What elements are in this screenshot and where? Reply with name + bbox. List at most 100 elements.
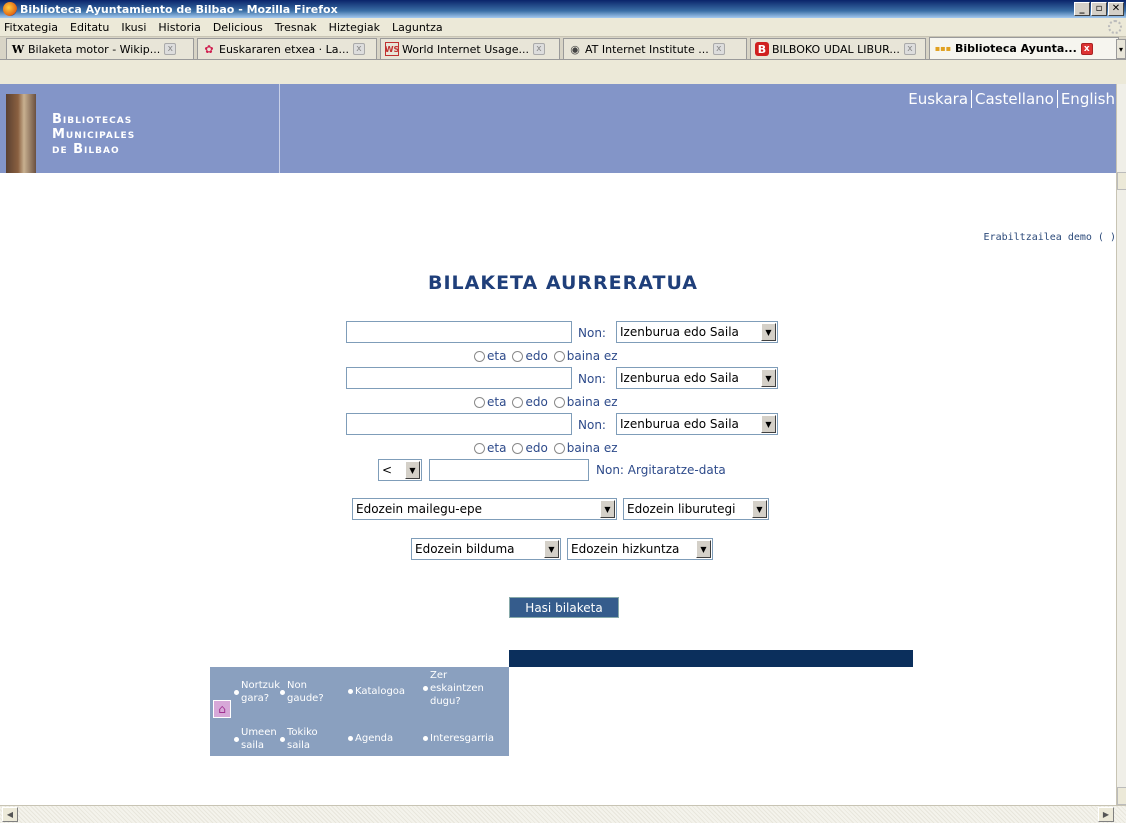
scroll-left-button[interactable]: ◀ — [2, 807, 18, 822]
chevron-down-icon: ▼ — [405, 461, 420, 479]
radio-label: eta — [487, 395, 507, 409]
close-tab-icon[interactable]: x — [712, 43, 725, 55]
tab-world-internet-usage[interactable]: WS World Internet Usage... x — [380, 38, 560, 59]
select-value: Edozein hizkuntza — [571, 542, 680, 556]
search-button[interactable]: Hasi bilaketa — [509, 597, 619, 618]
menu-laguntza[interactable]: Laguntza — [392, 21, 443, 34]
tab-label: AT Internet Institute ... — [585, 42, 709, 56]
radio-edo[interactable] — [512, 442, 524, 454]
radio-edo[interactable] — [512, 350, 524, 362]
menu-hiztegiak[interactable]: Hiztegiak — [329, 21, 380, 34]
close-tab-icon[interactable]: x — [1080, 42, 1093, 55]
radio-baina-ez[interactable] — [553, 350, 565, 362]
field-select-3[interactable]: Izenburua edo Saila ▼ — [616, 413, 778, 435]
date-label: Non: Argitaratze-data — [596, 463, 726, 477]
footer-nav: ⌂ Nortzuk gara? Non gaude? Katalogoa Zer es… — [210, 667, 509, 756]
boolean-options-1: eta edo baina ez — [468, 349, 618, 363]
bullet-icon — [234, 689, 239, 695]
nav-interesgarria[interactable]: Interesgarria — [423, 732, 494, 745]
close-tab-icon[interactable]: x — [164, 43, 177, 55]
nav-label: Tokiko saila — [287, 727, 318, 751]
close-tab-icon[interactable]: x — [532, 43, 545, 55]
tab-label: BILBOKO UDAL LIBUR... — [772, 42, 900, 56]
chevron-down-icon: ▼ — [600, 500, 615, 518]
user-status: Erabiltzailea demo ( ) — [983, 232, 1116, 243]
select-value: Izenburua edo Saila — [620, 417, 739, 431]
scroll-right-button[interactable]: ▶ — [1098, 807, 1114, 822]
tab-bilboko-udal[interactable]: B BILBOKO UDAL LIBUR... x — [750, 38, 926, 59]
radio-label: eta — [487, 349, 507, 363]
menu-ikusi[interactable]: Ikusi — [121, 21, 146, 34]
chevron-down-icon: ▼ — [761, 323, 776, 341]
boolean-options-3: eta edo baina ez — [468, 441, 618, 455]
close-tab-icon[interactable]: x — [903, 43, 916, 55]
nav-non-gaude[interactable]: Non gaude? — [280, 679, 324, 705]
nav-agenda[interactable]: Agenda — [348, 732, 393, 745]
close-tab-icon[interactable]: x — [352, 43, 365, 55]
tab-label: World Internet Usage... — [402, 42, 529, 56]
nav-nortzuk-gara[interactable]: Nortzuk gara? — [234, 679, 280, 705]
bullet-icon — [280, 736, 285, 742]
radio-eta[interactable] — [474, 442, 485, 454]
search-term-input-1[interactable] — [346, 321, 572, 343]
nav-label: Zer eskaintzen dugu? — [430, 670, 484, 707]
globe-icon: ◉ — [570, 42, 580, 56]
field-select-2[interactable]: Izenburua edo Saila ▼ — [616, 367, 778, 389]
library-logo[interactable]: Bibliotecas Municipales de Bilbao — [0, 84, 280, 173]
menu-editatu[interactable]: Editatu — [70, 21, 109, 34]
language-select[interactable]: Edozein hizkuntza ▼ — [567, 538, 713, 560]
home-icon[interactable]: ⌂ — [213, 700, 231, 718]
library-select[interactable]: Edozein liburutegi ▼ — [623, 498, 769, 520]
nav-zer-eskaintzen[interactable]: Zer eskaintzen dugu? — [423, 669, 484, 708]
date-operator-select[interactable]: < ▼ — [378, 459, 422, 481]
lang-castellano[interactable]: Castellano — [971, 90, 1057, 108]
radio-eta[interactable] — [474, 350, 485, 362]
nav-umeen-saila[interactable]: Umeen saila — [234, 726, 277, 752]
horizontal-scrollbar[interactable]: ◀ ▶ — [0, 805, 1126, 823]
lang-english[interactable]: English — [1056, 90, 1118, 108]
tab-euskararen-etxea[interactable]: ✿ Euskararen etxea · La... x — [197, 38, 377, 59]
menu-tresnak[interactable]: Tresnak — [275, 21, 317, 34]
minimize-button[interactable]: _ — [1074, 2, 1090, 16]
menu-bar: Fitxategia Editatu Ikusi Historia Delici… — [0, 18, 1126, 37]
nav-label: Non gaude? — [287, 680, 324, 704]
menu-historia[interactable]: Historia — [158, 21, 200, 34]
bullet-icon — [348, 689, 353, 694]
menu-fitxategia[interactable]: Fitxategia — [4, 21, 58, 34]
throbber-icon — [1108, 20, 1122, 34]
close-window-button[interactable]: ✕ — [1108, 2, 1124, 16]
bullet-icon — [423, 686, 428, 691]
logo-text: Bibliotecas Municipales de Bilbao — [52, 112, 135, 157]
vertical-scrollbar[interactable] — [1116, 84, 1126, 805]
boolean-options-2: eta edo baina ez — [468, 395, 618, 409]
collection-select[interactable]: Edozein bilduma ▼ — [411, 538, 561, 560]
tab-wikipedia[interactable]: W Bilaketa motor - Wikip... x — [6, 38, 194, 59]
radio-eta[interactable] — [474, 396, 485, 408]
window-title: Biblioteca Ayuntamiento de Bilbao - Mozi… — [20, 2, 338, 16]
radio-baina-ez[interactable] — [553, 396, 565, 408]
tab-at-internet[interactable]: ◉ AT Internet Institute ... x — [563, 38, 747, 59]
nav-katalogoa[interactable]: Katalogoa — [348, 685, 405, 698]
radio-baina-ez[interactable] — [553, 442, 565, 454]
radio-edo[interactable] — [512, 396, 524, 408]
tab-biblioteca-ayuntamiento[interactable]: ▪▪▪ Biblioteca Ayunta... x — [929, 37, 1119, 59]
logo-line-2: Municipales — [52, 127, 136, 142]
site-header: Bibliotecas Municipales de Bilbao Euskar… — [0, 84, 1126, 173]
radio-label: edo — [525, 395, 548, 409]
scroll-up-button[interactable] — [1117, 172, 1126, 190]
tab-list-chevron-icon[interactable]: ▾ — [1116, 39, 1126, 59]
search-term-input-3[interactable] — [346, 413, 572, 435]
scroll-down-button[interactable] — [1117, 787, 1126, 805]
date-input[interactable] — [429, 459, 589, 481]
loan-period-select[interactable]: Edozein mailegu-epe ▼ — [352, 498, 617, 520]
wikipedia-icon: W — [11, 42, 25, 56]
field-select-1[interactable]: Izenburua edo Saila ▼ — [616, 321, 778, 343]
non-label: Non: — [578, 326, 606, 340]
radio-label: baina ez — [566, 395, 618, 409]
lang-euskara[interactable]: Euskara — [905, 90, 971, 108]
logo-line-3: de Bilbao — [52, 142, 120, 157]
search-term-input-2[interactable] — [346, 367, 572, 389]
nav-tokiko-saila[interactable]: Tokiko saila — [280, 726, 318, 752]
menu-delicious[interactable]: Delicious — [213, 21, 263, 34]
maximize-button[interactable]: ▫ — [1091, 2, 1107, 16]
